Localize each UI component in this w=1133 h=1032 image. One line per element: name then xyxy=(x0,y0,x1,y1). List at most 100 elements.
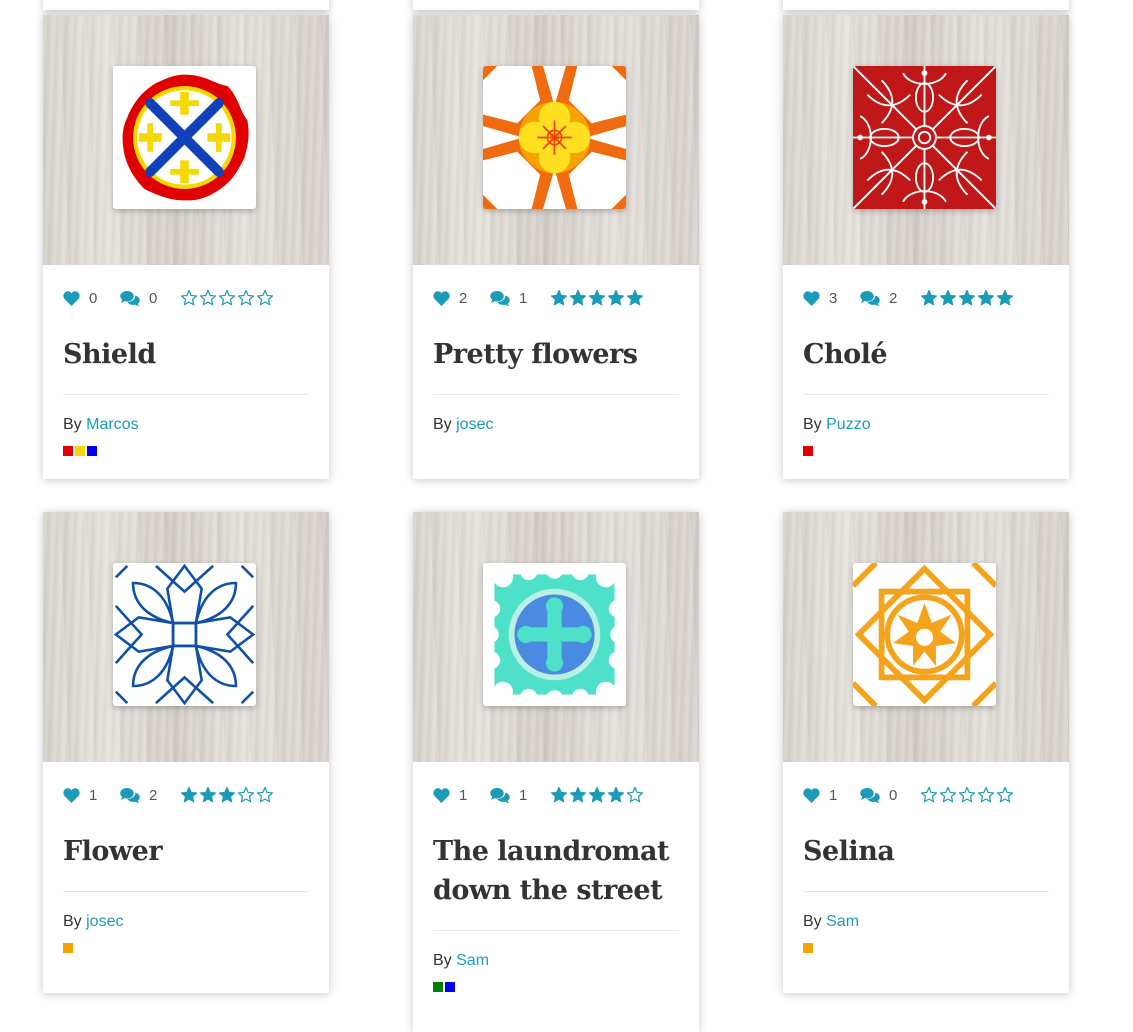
tile-preview[interactable] xyxy=(113,563,256,706)
like-button[interactable]: 0 xyxy=(63,290,120,307)
like-button[interactable]: 1 xyxy=(433,787,490,804)
comments-button[interactable]: 1 xyxy=(490,787,550,804)
author-link[interactable]: josec xyxy=(86,913,123,930)
star-icon[interactable] xyxy=(218,289,236,307)
color-swatch xyxy=(433,982,443,992)
star-icon[interactable] xyxy=(256,289,274,307)
comment-count: 2 xyxy=(149,786,158,804)
like-button[interactable]: 3 xyxy=(803,290,860,307)
star-icon[interactable] xyxy=(199,786,217,804)
comments-button[interactable]: 0 xyxy=(860,787,920,804)
star-icon[interactable] xyxy=(550,289,568,307)
star-rating[interactable] xyxy=(550,786,644,804)
star-icon[interactable] xyxy=(977,289,995,307)
comments-button[interactable]: 2 xyxy=(860,290,920,307)
author-link[interactable]: Marcos xyxy=(86,416,138,433)
star-icon[interactable] xyxy=(977,786,995,804)
star-icon[interactable] xyxy=(237,289,255,307)
card-title[interactable]: Shield xyxy=(63,335,309,395)
star-rating[interactable] xyxy=(920,786,1014,804)
star-icon[interactable] xyxy=(920,289,938,307)
card-title[interactable]: Flower xyxy=(63,832,309,892)
like-button[interactable]: 2 xyxy=(433,290,490,307)
like-button[interactable]: 1 xyxy=(803,787,860,804)
tile-preview[interactable] xyxy=(483,563,626,706)
comments-button[interactable]: 0 xyxy=(120,290,180,307)
star-icon[interactable] xyxy=(996,786,1014,804)
design-card[interactable]: 1 1 The laundromat down the street By Sa… xyxy=(413,512,699,1032)
comments-icon xyxy=(120,787,140,803)
star-icon[interactable] xyxy=(607,289,625,307)
card-image[interactable] xyxy=(43,512,329,762)
heart-icon xyxy=(63,290,80,306)
author-link[interactable]: Sam xyxy=(456,952,489,969)
star-icon[interactable] xyxy=(550,786,568,804)
by-label: By xyxy=(63,416,82,433)
star-icon[interactable] xyxy=(569,289,587,307)
card-meta: 3 2 xyxy=(803,265,1049,329)
card-image[interactable] xyxy=(783,15,1069,265)
star-icon[interactable] xyxy=(958,786,976,804)
design-card[interactable]: 1 0 Selina By Sam xyxy=(783,512,1069,993)
card-image[interactable] xyxy=(783,512,1069,762)
like-count: 1 xyxy=(829,786,838,804)
star-rating[interactable] xyxy=(920,289,1014,307)
star-icon[interactable] xyxy=(569,786,587,804)
star-icon[interactable] xyxy=(939,289,957,307)
comment-count: 1 xyxy=(519,786,528,804)
star-icon[interactable] xyxy=(607,786,625,804)
color-swatches xyxy=(63,446,309,456)
card-title[interactable]: Selina xyxy=(803,832,1049,892)
star-icon[interactable] xyxy=(626,786,644,804)
card-image[interactable] xyxy=(413,512,699,762)
color-swatches xyxy=(433,446,679,456)
color-swatches xyxy=(803,446,1049,456)
star-icon[interactable] xyxy=(199,289,217,307)
tile-preview[interactable] xyxy=(853,66,996,209)
star-icon[interactable] xyxy=(218,786,236,804)
author-link[interactable]: Puzzo xyxy=(826,416,870,433)
card-above xyxy=(43,0,329,10)
star-icon[interactable] xyxy=(920,786,938,804)
star-icon[interactable] xyxy=(237,786,255,804)
design-card[interactable]: 2 1 Pretty flowers By josec xyxy=(413,15,699,479)
star-icon[interactable] xyxy=(626,289,644,307)
card-image[interactable] xyxy=(413,15,699,265)
card-image[interactable] xyxy=(43,15,329,265)
byline: By Puzzo xyxy=(803,416,1049,434)
star-rating[interactable] xyxy=(180,786,274,804)
tile-preview[interactable] xyxy=(483,66,626,209)
card-title[interactable]: The laundromat down the street xyxy=(433,832,679,931)
star-rating[interactable] xyxy=(180,289,274,307)
star-icon[interactable] xyxy=(996,289,1014,307)
comments-button[interactable]: 2 xyxy=(120,787,180,804)
like-button[interactable]: 1 xyxy=(63,787,120,804)
by-label: By xyxy=(433,416,452,433)
card-title[interactable]: Pretty flowers xyxy=(433,335,679,395)
tile-preview[interactable] xyxy=(853,563,996,706)
star-icon[interactable] xyxy=(180,289,198,307)
comment-count: 1 xyxy=(519,289,528,307)
design-card[interactable]: 1 2 Flower By josec xyxy=(43,512,329,993)
design-card[interactable]: 0 0 Shield By Marcos xyxy=(43,15,329,479)
star-rating[interactable] xyxy=(550,289,644,307)
star-icon[interactable] xyxy=(256,786,274,804)
comments-button[interactable]: 1 xyxy=(490,290,550,307)
star-icon[interactable] xyxy=(939,786,957,804)
color-swatches xyxy=(63,943,309,953)
comment-count: 0 xyxy=(149,289,158,307)
star-icon[interactable] xyxy=(958,289,976,307)
author-link[interactable]: josec xyxy=(456,416,493,433)
comments-icon xyxy=(120,290,140,306)
color-swatch xyxy=(445,982,455,992)
card-title[interactable]: Cholé xyxy=(803,335,1049,395)
star-icon[interactable] xyxy=(180,786,198,804)
star-icon[interactable] xyxy=(588,289,606,307)
like-count: 0 xyxy=(89,289,98,307)
star-icon[interactable] xyxy=(588,786,606,804)
tile-preview[interactable] xyxy=(113,66,256,209)
color-swatches xyxy=(803,943,1049,953)
design-card[interactable]: 3 2 Cholé By Puzzo xyxy=(783,15,1069,479)
byline: By Marcos xyxy=(63,416,309,434)
author-link[interactable]: Sam xyxy=(826,913,859,930)
